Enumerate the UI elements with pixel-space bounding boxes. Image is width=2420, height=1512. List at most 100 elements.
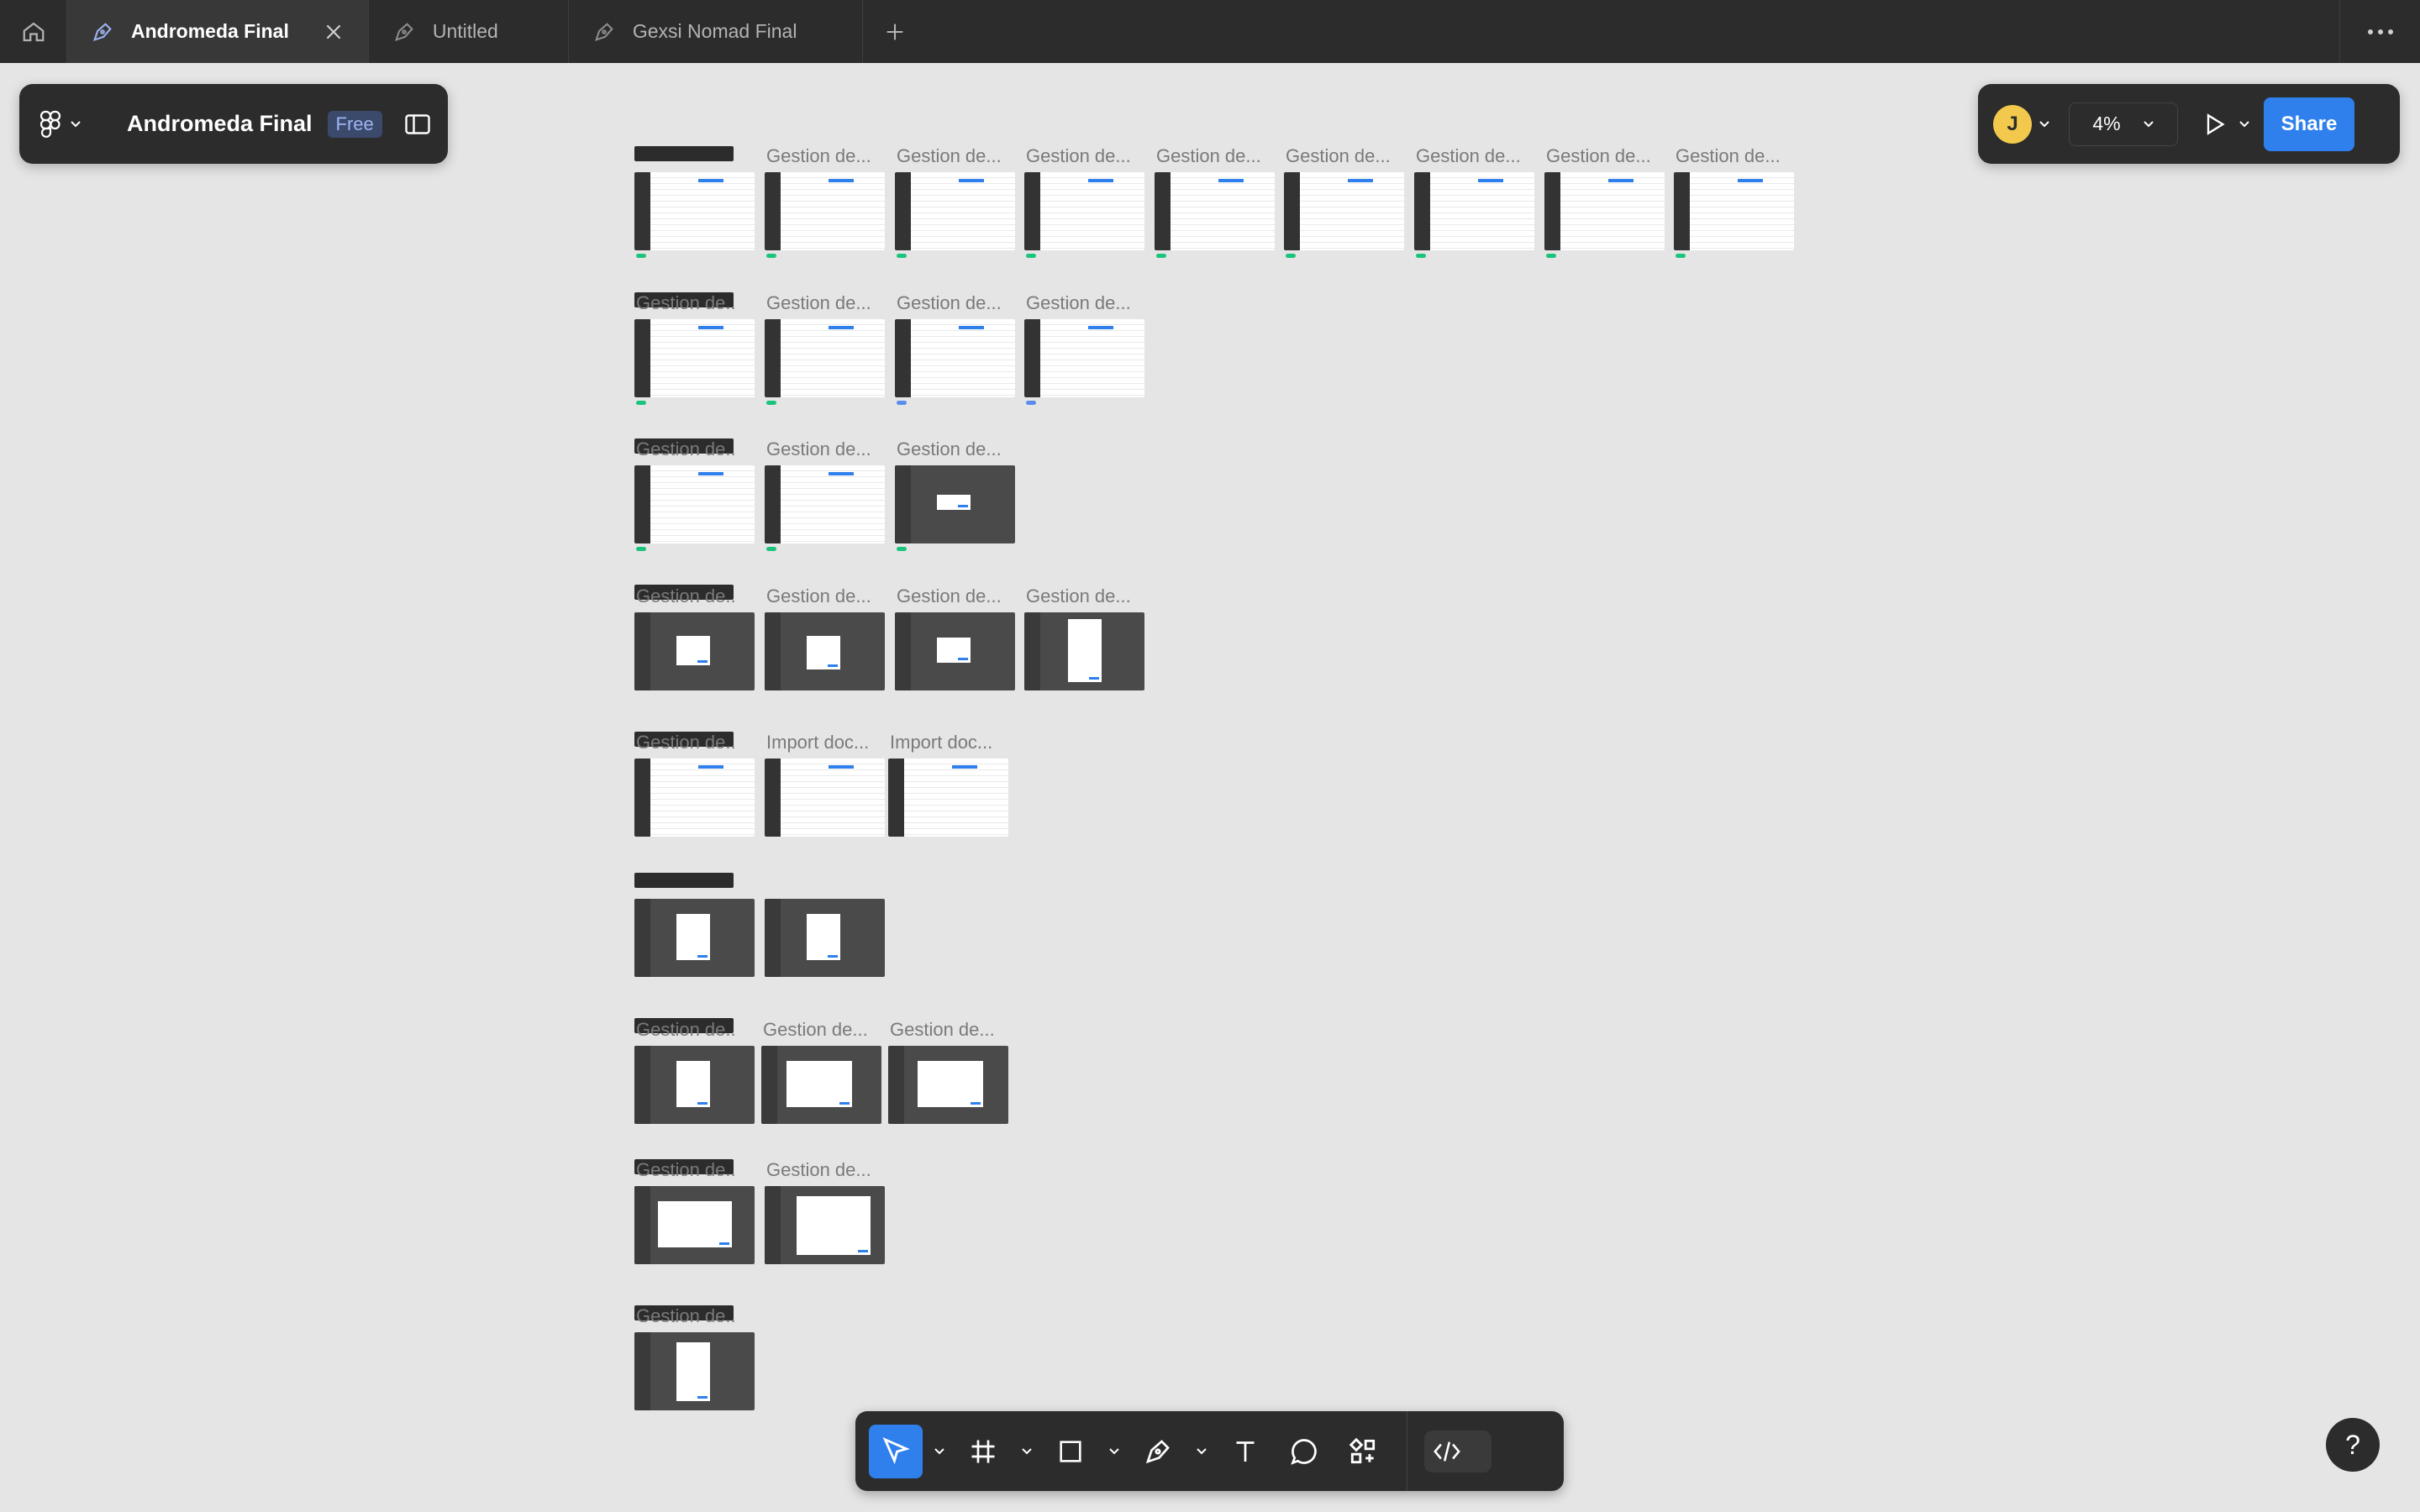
modal-preview	[676, 1061, 710, 1107]
frame-thumbnail[interactable]	[634, 1186, 755, 1264]
status-indicator	[897, 254, 907, 258]
tab-gexsi-nomad-final[interactable]: Gexsi Nomad Final	[569, 0, 863, 63]
modal-preview	[937, 495, 971, 510]
frame-thumbnail[interactable]	[888, 759, 1008, 837]
move-tool-button[interactable]	[869, 1424, 923, 1478]
frame-label[interactable]: Gestion de...	[897, 292, 1002, 314]
frame-label[interactable]: Import doc...	[890, 732, 992, 753]
modal-preview	[786, 1061, 852, 1107]
chevron-down-icon	[934, 1447, 944, 1454]
frame-thumbnail[interactable]	[634, 1046, 755, 1124]
frame-thumbnail[interactable]	[1155, 172, 1275, 250]
help-button[interactable]: ?	[2326, 1418, 2380, 1472]
pen-tool-menu[interactable]	[1190, 1425, 1213, 1478]
tab-label: Untitled	[432, 20, 498, 42]
move-tool-icon	[882, 1436, 910, 1464]
frame-thumbnail[interactable]	[1024, 172, 1144, 250]
text-tool-button[interactable]	[1218, 1425, 1272, 1478]
frame-label[interactable]: Gestion de...	[1286, 145, 1391, 167]
frame-label[interactable]: Gestion de...	[890, 1019, 995, 1041]
frame-label[interactable]: Gestion de...	[897, 145, 1002, 167]
frame-thumbnail[interactable]	[895, 172, 1015, 250]
frame-label[interactable]: Gestion de...	[1416, 145, 1521, 167]
frame-thumbnail[interactable]	[765, 319, 885, 397]
frame-thumbnail[interactable]	[888, 1046, 1008, 1124]
frame-label[interactable]: Gestion de...	[766, 145, 871, 167]
frame-label[interactable]: Gestion de..	[636, 438, 736, 460]
frame-label[interactable]: Gestion de..	[636, 732, 736, 753]
frame-label[interactable]: Gestion de...	[1156, 145, 1261, 167]
frame-label[interactable]: Gestion de...	[1026, 585, 1131, 607]
section-label-6[interactable]	[634, 873, 734, 888]
frame-label[interactable]: Gestion de..	[636, 292, 736, 314]
pen-tool-button[interactable]	[1131, 1425, 1185, 1478]
frame-thumbnail[interactable]	[895, 465, 1015, 543]
frame-thumbnail[interactable]	[765, 465, 885, 543]
frame-label[interactable]: Gestion de...	[766, 585, 871, 607]
section-label-1[interactable]	[634, 146, 734, 161]
frame-label[interactable]: Import doc...	[766, 732, 869, 753]
frame-label[interactable]: Gestion de..	[636, 585, 736, 607]
frame-thumbnail[interactable]	[634, 759, 755, 837]
shape-tool-menu[interactable]	[1102, 1425, 1126, 1478]
chevron-down-icon	[1109, 1447, 1119, 1454]
dev-mode-toggle[interactable]	[1424, 1430, 1491, 1473]
frame-label[interactable]: Gestion de...	[1546, 145, 1651, 167]
frame-thumbnail[interactable]	[765, 612, 885, 690]
frame-thumbnail[interactable]	[634, 465, 755, 543]
frame-label[interactable]: Gestion de...	[1026, 145, 1131, 167]
frame-thumbnail[interactable]	[765, 759, 885, 837]
frame-thumbnail[interactable]	[1544, 172, 1665, 250]
frame-thumbnail[interactable]	[1284, 172, 1404, 250]
design-file-icon	[392, 20, 416, 44]
frame-tool-button[interactable]	[956, 1425, 1010, 1478]
frame-label[interactable]: Gestion de...	[763, 1019, 868, 1041]
rectangle-tool-icon	[1060, 1440, 1081, 1462]
frame-label[interactable]: Gestion de..	[636, 1159, 736, 1181]
canvas[interactable]: Gestion de... Gestion de... Gestion de... G…	[0, 63, 2420, 1512]
frame-thumbnail[interactable]	[634, 172, 755, 250]
frame-label[interactable]: Gestion de...	[766, 438, 871, 460]
frame-thumbnail[interactable]	[634, 319, 755, 397]
more-menu-button[interactable]	[2339, 0, 2420, 63]
move-tool-menu[interactable]	[928, 1425, 951, 1478]
frame-label[interactable]: Gestion de..	[636, 1019, 736, 1041]
frame-thumbnail[interactable]	[765, 1186, 885, 1264]
frame-label[interactable]: Gestion de..	[636, 1305, 736, 1327]
frame-thumbnail[interactable]	[765, 899, 885, 977]
frame-label[interactable]: Gestion de...	[766, 292, 871, 314]
comment-tool-button[interactable]	[1277, 1425, 1331, 1478]
tab-andromeda-final[interactable]: Andromeda Final	[67, 0, 369, 63]
tab-untitled[interactable]: Untitled	[369, 0, 569, 63]
frame-thumbnail[interactable]	[1024, 319, 1144, 397]
frame-thumbnail[interactable]	[761, 1046, 881, 1124]
shape-tool-button[interactable]	[1044, 1425, 1097, 1478]
frame-thumbnail[interactable]	[895, 612, 1015, 690]
frame-tool-menu[interactable]	[1015, 1425, 1039, 1478]
status-indicator	[766, 401, 776, 405]
frame-thumbnail[interactable]	[895, 319, 1015, 397]
frame-label[interactable]: Gestion de...	[1026, 292, 1131, 314]
modal-preview	[797, 1196, 871, 1255]
tab-label: Gexsi Nomad Final	[632, 20, 797, 42]
frame-thumbnail[interactable]	[634, 899, 755, 977]
frame-label[interactable]: Gestion de...	[1676, 145, 1781, 167]
more-icon	[2367, 29, 2393, 34]
home-button[interactable]	[0, 0, 67, 63]
frame-thumbnail[interactable]	[1024, 612, 1144, 690]
frame-thumbnail[interactable]	[634, 1332, 755, 1410]
frame-label[interactable]: Gestion de...	[897, 585, 1002, 607]
modal-preview	[937, 638, 971, 663]
frame-thumbnail[interactable]	[1414, 172, 1534, 250]
frame-label[interactable]: Gestion de...	[897, 438, 1002, 460]
frame-tool-icon	[971, 1440, 995, 1462]
close-icon[interactable]	[323, 21, 345, 43]
actions-button[interactable]	[1336, 1425, 1390, 1478]
new-tab-button[interactable]	[863, 0, 927, 63]
frame-thumbnail[interactable]	[765, 172, 885, 250]
status-indicator	[897, 547, 907, 551]
frame-label[interactable]: Gestion de...	[766, 1159, 871, 1181]
frame-thumbnail[interactable]	[634, 612, 755, 690]
frame-thumbnail[interactable]	[1674, 172, 1794, 250]
modal-preview	[807, 914, 840, 960]
